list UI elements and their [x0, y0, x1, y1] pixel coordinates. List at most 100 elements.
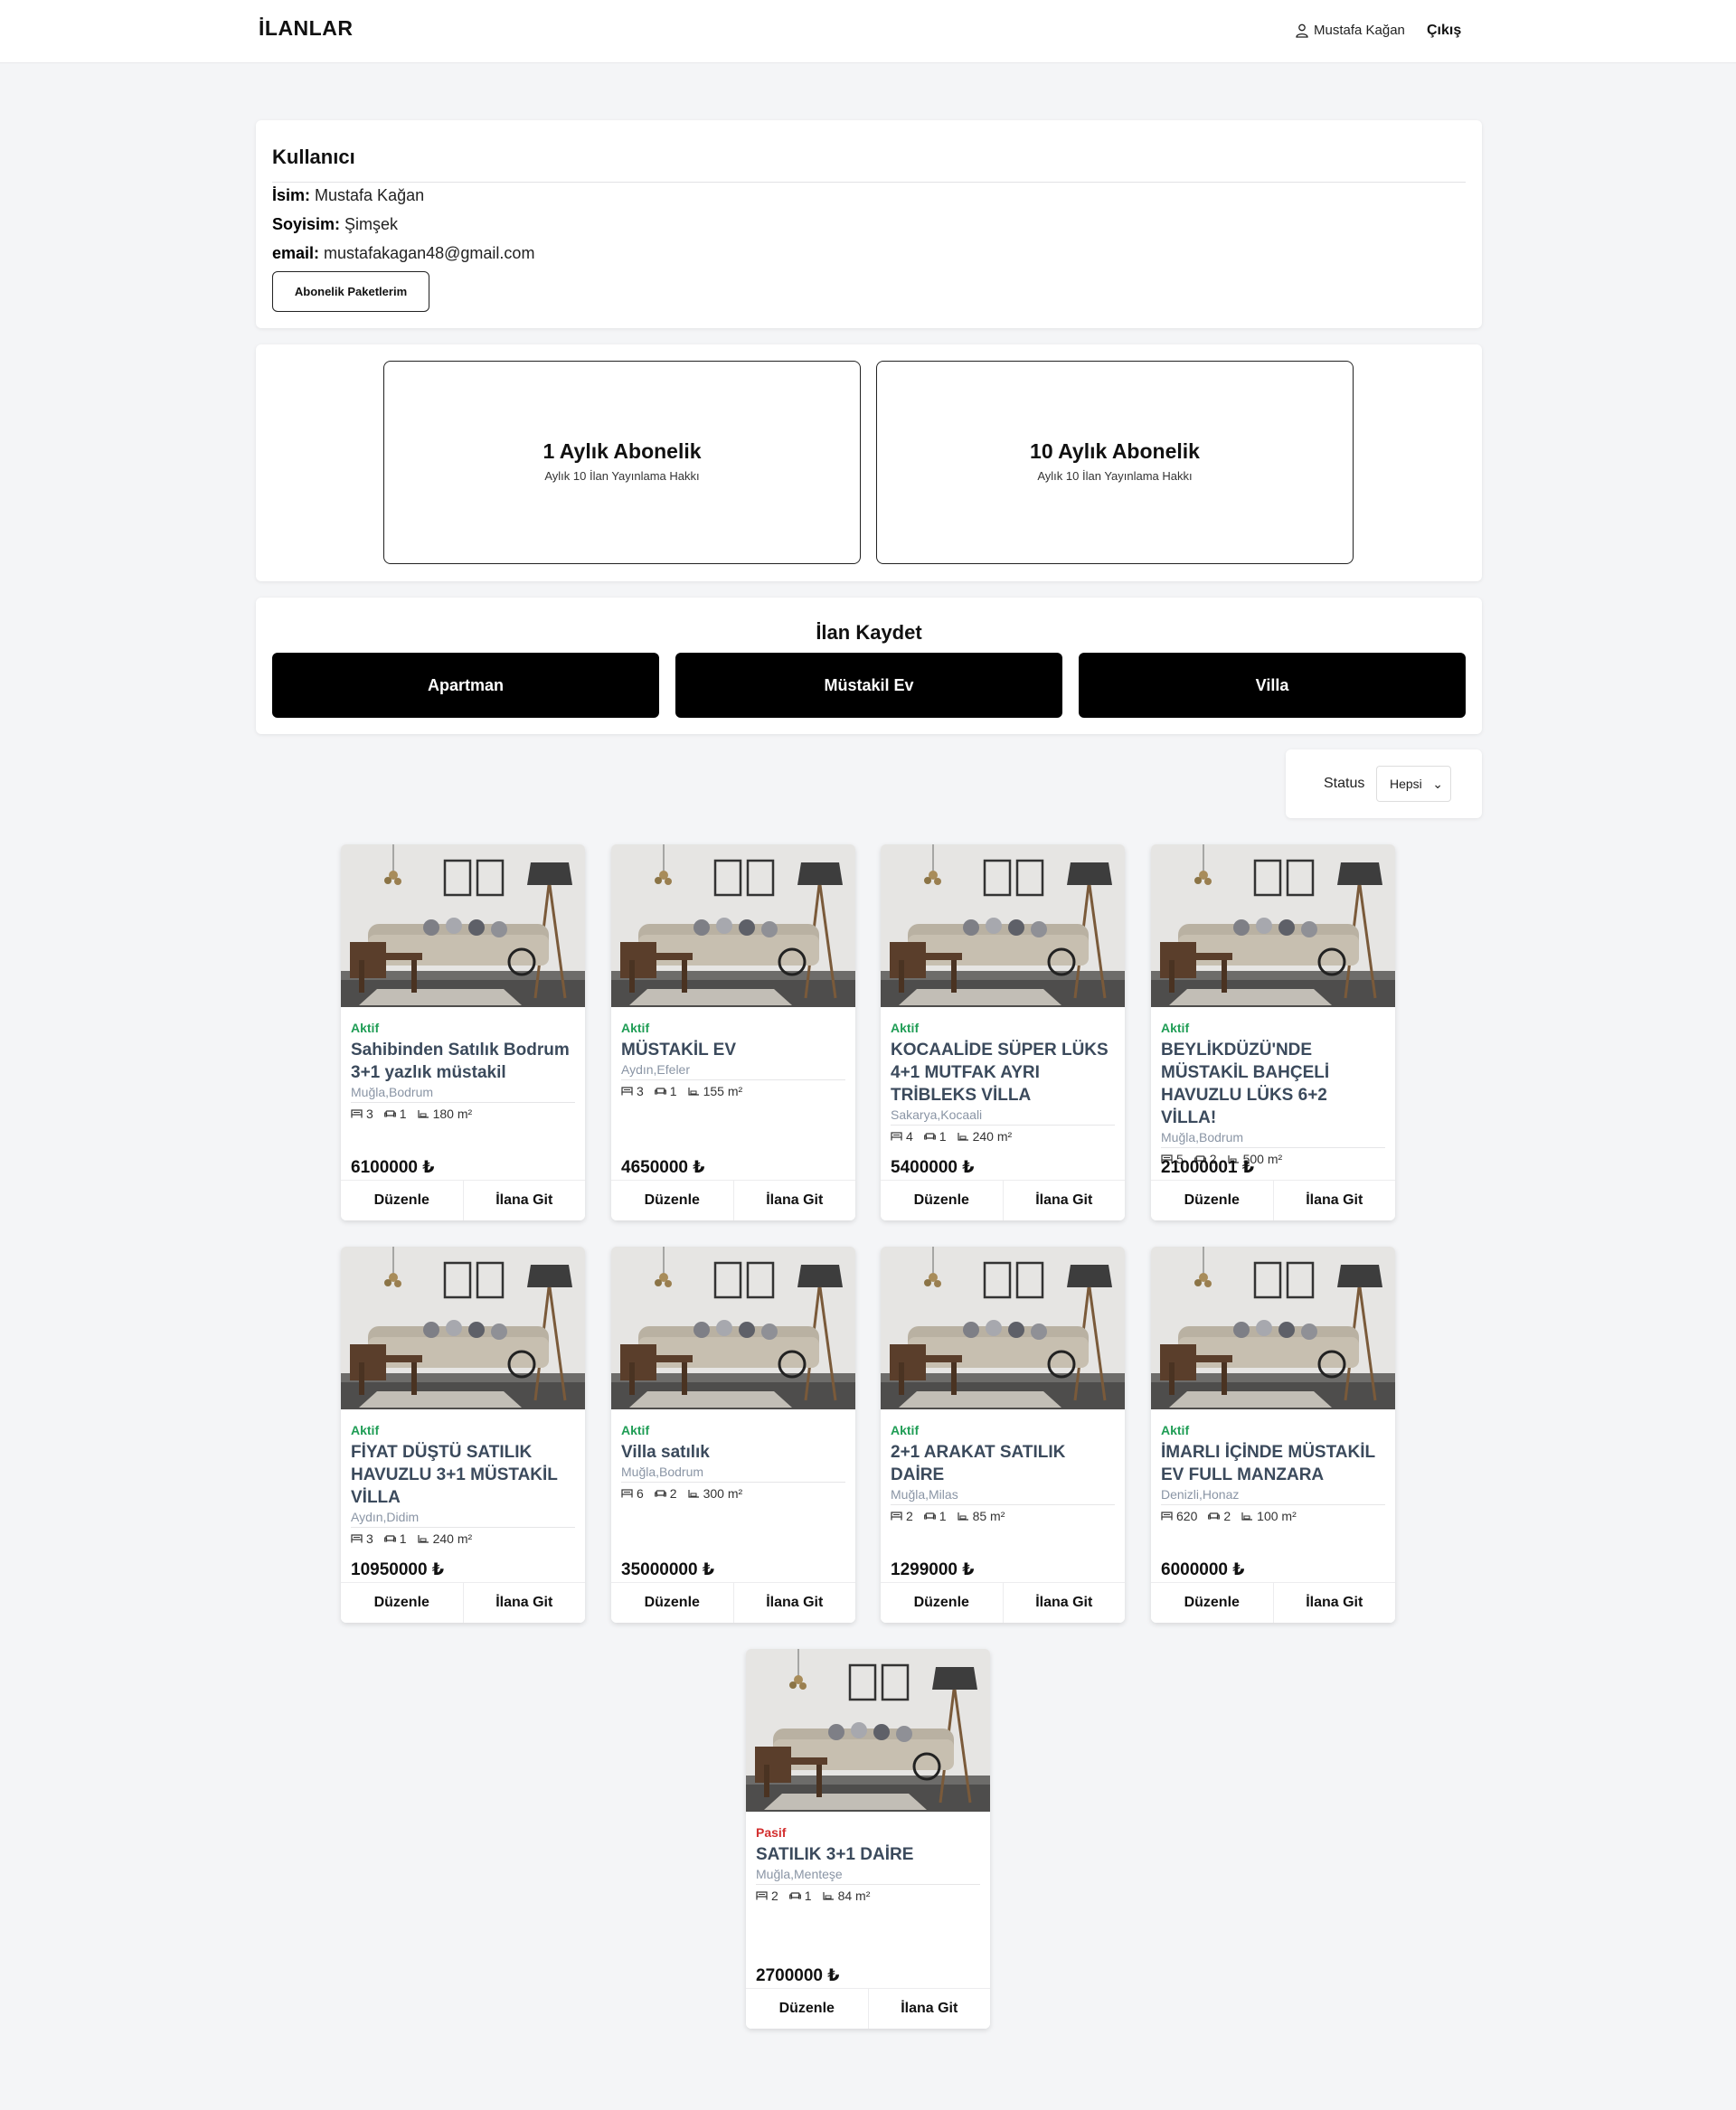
area-size: 180 m²: [432, 1107, 473, 1121]
mustakil-ev-button[interactable]: Müstakil Ev: [675, 653, 1062, 718]
room-count: 3: [366, 1107, 373, 1121]
listing-price: 21000001 ₺: [1161, 1158, 1255, 1177]
area-icon: [417, 1110, 429, 1118]
chevron-down-icon: ⌄: [1432, 777, 1443, 791]
listing-body: Aktif BEYLİKDÜZÜ'NDE MÜSTAKİL BAHÇELİ HA…: [1161, 1007, 1385, 1166]
bath-count: 1: [939, 1129, 947, 1144]
listing-card[interactable]: Aktif FİYAT DÜŞTÜ SATILIK HAVUZLU 3+1 MÜ…: [341, 1247, 585, 1623]
listing-features: 3 1 180 m²: [351, 1107, 575, 1121]
edit-listing-button[interactable]: Düzenle: [1151, 1181, 1274, 1220]
area-size: 84 m²: [837, 1889, 871, 1903]
listing-price: 6100000 ₺: [351, 1158, 435, 1177]
listing-status: Aktif: [891, 1021, 920, 1035]
bath-count: 2: [1223, 1509, 1231, 1523]
listing-card[interactable]: Aktif İMARLI İÇİNDE MÜSTAKİL EV FULL MAN…: [1151, 1247, 1395, 1623]
listing-title: MÜSTAKİL EV: [621, 1041, 737, 1060]
goto-listing-button[interactable]: İlana Git: [868, 1989, 990, 2029]
edit-listing-button[interactable]: Düzenle: [341, 1583, 464, 1623]
listing-location: Muğla,Milas: [891, 1487, 1115, 1505]
goto-listing-button[interactable]: İlana Git: [463, 1583, 585, 1623]
listing-title: FİYAT DÜŞTÜ SATILIK HAVUZLU 3+1 MÜSTAKİL…: [351, 1443, 558, 1507]
listing-status: Aktif: [1161, 1021, 1190, 1035]
plan-title: 10 Aylık Abonelik: [1030, 439, 1200, 463]
listing-features: 2 1 84 m²: [756, 1889, 980, 1903]
edit-listing-button[interactable]: Düzenle: [611, 1583, 734, 1623]
edit-listing-button[interactable]: Düzenle: [611, 1181, 734, 1220]
bed-icon: [351, 1534, 363, 1543]
sofa-icon: [788, 1892, 801, 1899]
room-count: 6: [637, 1486, 644, 1501]
edit-listing-button[interactable]: Düzenle: [881, 1583, 1004, 1623]
listing-actions: Düzenle İlana Git: [746, 1988, 990, 2029]
listing-location: Muğla,Bodrum: [351, 1085, 575, 1103]
divider: [272, 182, 1466, 183]
listing-price: 35000000 ₺: [621, 1560, 715, 1579]
listing-card[interactable]: Aktif BEYLİKDÜZÜ'NDE MÜSTAKİL BAHÇELİ HA…: [1151, 844, 1395, 1220]
listing-card[interactable]: Aktif KOCAALİDE SÜPER LÜKS 4+1 MUTFAK AY…: [881, 844, 1125, 1220]
goto-listing-button[interactable]: İlana Git: [1003, 1583, 1125, 1623]
apartman-button[interactable]: Apartman: [272, 653, 659, 718]
listing-body: Pasif SATILIK 3+1 DAİRE Muğla,Menteşe 2 …: [756, 1812, 980, 1903]
goto-listing-button[interactable]: İlana Git: [463, 1181, 585, 1220]
area-size: 300 m²: [703, 1486, 743, 1501]
status-selected-value: Hepsi: [1390, 777, 1422, 791]
listing-actions: Düzenle İlana Git: [1151, 1582, 1395, 1623]
bed-icon: [351, 1109, 363, 1118]
listing-photo: [881, 1247, 1125, 1409]
area-size: 100 m²: [1257, 1509, 1297, 1523]
listing-card[interactable]: Aktif 2+1 ARAKAT SATILIK DAİRE Muğla,Mil…: [881, 1247, 1125, 1623]
bath-count: 1: [399, 1107, 407, 1121]
surname-value: Şimşek: [344, 215, 399, 233]
plan-card-10-month[interactable]: 10 Aylık Abonelik Aylık 10 İlan Yayınlam…: [876, 361, 1354, 564]
listing-price: 2700000 ₺: [756, 1966, 840, 1985]
edit-listing-button[interactable]: Düzenle: [881, 1181, 1004, 1220]
sofa-icon: [654, 1490, 666, 1497]
subscription-packages-button[interactable]: Abonelik Paketlerim: [272, 271, 429, 312]
edit-listing-button[interactable]: Düzenle: [341, 1181, 464, 1220]
user-info-panel: Kullanıcı İsim: Mustafa Kağan Soyisim: Ş…: [256, 120, 1482, 328]
area-size: 155 m²: [703, 1084, 743, 1098]
bath-count: 1: [939, 1509, 947, 1523]
listing-card[interactable]: Pasif SATILIK 3+1 DAİRE Muğla,Menteşe 2 …: [746, 1649, 990, 2029]
listing-price: 10950000 ₺: [351, 1560, 445, 1579]
listing-title: BEYLİKDÜZÜ'NDE MÜSTAKİL BAHÇELİ HAVUZLU …: [1161, 1041, 1330, 1127]
listing-features: 4 1 240 m²: [891, 1129, 1115, 1144]
listing-location: Muğla,Bodrum: [1161, 1130, 1385, 1148]
status-select[interactable]: Hepsi ⌄: [1376, 766, 1451, 802]
listing-photo: [611, 844, 855, 1007]
villa-button[interactable]: Villa: [1079, 653, 1466, 718]
logout-link[interactable]: Çıkış: [1427, 23, 1461, 39]
plan-subtitle: Aylık 10 İlan Yayınlama Hakkı: [544, 469, 700, 483]
area-icon: [957, 1133, 968, 1141]
room-count: 3: [637, 1084, 644, 1098]
edit-listing-button[interactable]: Düzenle: [1151, 1583, 1274, 1623]
listing-location: Muğla,Menteşe: [756, 1867, 980, 1885]
listing-status: Aktif: [351, 1423, 380, 1437]
listing-card[interactable]: Aktif Sahibinden Satılık Bodrum 3+1 yazl…: [341, 844, 585, 1220]
listing-features: 620 2 100 m²: [1161, 1509, 1385, 1523]
bed-icon: [621, 1087, 633, 1096]
brand-logo[interactable]: İLANLAR: [259, 16, 353, 41]
listing-title: 2+1 ARAKAT SATILIK DAİRE: [891, 1443, 1066, 1484]
listing-status: Pasif: [756, 1825, 787, 1840]
goto-listing-button[interactable]: İlana Git: [1273, 1181, 1395, 1220]
listing-card[interactable]: Aktif MÜSTAKİL EV Aydın,Efeler 3 1 155 m…: [611, 844, 855, 1220]
goto-listing-button[interactable]: İlana Git: [1003, 1181, 1125, 1220]
goto-listing-button[interactable]: İlana Git: [733, 1181, 855, 1220]
edit-listing-button[interactable]: Düzenle: [746, 1989, 869, 2029]
user-profile-link[interactable]: Mustafa Kağan: [1296, 23, 1405, 38]
plan-subtitle: Aylık 10 İlan Yayınlama Hakkı: [1037, 469, 1193, 483]
goto-listing-button[interactable]: İlana Git: [1273, 1583, 1395, 1623]
user-panel-title: Kullanıcı: [272, 146, 355, 168]
goto-listing-button[interactable]: İlana Git: [733, 1583, 855, 1623]
plan-card-1-month[interactable]: 1 Aylık Abonelik Aylık 10 İlan Yayınlama…: [383, 361, 861, 564]
sofa-icon: [923, 1512, 936, 1520]
user-name-row: İsim: Mustafa Kağan: [272, 186, 424, 205]
listing-status: Aktif: [1161, 1423, 1190, 1437]
listing-actions: Düzenle İlana Git: [611, 1582, 855, 1623]
surname-label: Soyisim:: [272, 215, 341, 233]
listing-photo: [746, 1649, 990, 1812]
listing-card[interactable]: Aktif Villa satılık Muğla,Bodrum 6 2 300…: [611, 1247, 855, 1623]
listing-location: Aydın,Didim: [351, 1510, 575, 1528]
sofa-icon: [923, 1133, 936, 1140]
